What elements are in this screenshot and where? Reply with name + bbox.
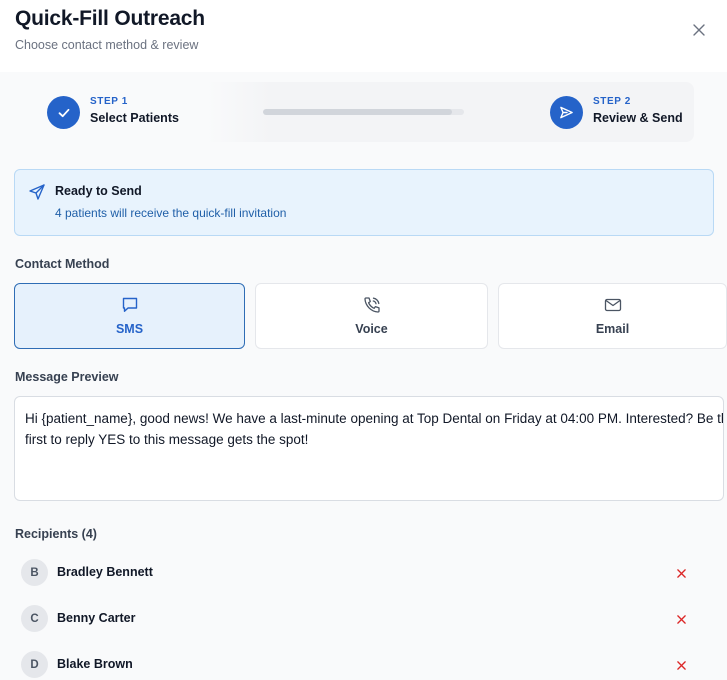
ready-to-send-banner: Ready to Send 4 patients will receive th…: [14, 169, 714, 236]
send-icon: [29, 184, 45, 200]
message-preview-box[interactable]: Hi {patient_name}, good news! We have a …: [14, 396, 724, 501]
step-2-active-badge: [550, 96, 583, 129]
mail-icon: [604, 298, 621, 312]
remove-recipient-button[interactable]: [674, 658, 688, 672]
stepper: STEP 1 Select Patients STEP 2 Review & S…: [44, 82, 694, 142]
message-preview-text: Hi {patient_name}, good news! We have a …: [25, 408, 724, 450]
message-preview-line-2: first to reply YES to this message gets …: [25, 432, 309, 447]
close-button[interactable]: [689, 20, 709, 40]
remove-recipient-button[interactable]: [674, 612, 688, 626]
remove-recipient-button[interactable]: [674, 566, 688, 580]
check-icon: [58, 108, 69, 117]
step-progress-fill: [263, 109, 452, 115]
step-2-tag: STEP 2: [593, 96, 631, 107]
modal-header: Quick-Fill Outreach Choose contact metho…: [0, 0, 727, 72]
recipient-name: Benny Carter: [57, 611, 136, 625]
step-1-completed-badge: [47, 96, 80, 129]
contact-method-voice[interactable]: Voice: [255, 283, 488, 349]
send-icon: [560, 106, 573, 119]
close-icon: [676, 660, 686, 670]
chat-bubble-icon: [122, 297, 137, 312]
phone-icon: [363, 297, 380, 313]
modal-subtitle: Choose contact method & review: [15, 38, 199, 52]
close-icon: [676, 568, 686, 578]
close-icon: [676, 614, 686, 624]
recipient-name: Bradley Bennett: [57, 565, 153, 579]
recipient-row: B Bradley Bennett: [14, 553, 704, 593]
avatar: D: [21, 651, 48, 678]
recipient-row: C Benny Carter: [14, 599, 704, 639]
message-preview-line-1: Hi {patient_name}, good news! We have a …: [25, 411, 724, 426]
step-1-label: Select Patients: [90, 111, 179, 125]
step-progress-track: [263, 109, 464, 115]
step-2-label: Review & Send: [593, 111, 683, 125]
contact-method-sms-label: SMS: [115, 322, 144, 336]
contact-method-label: Contact Method: [15, 257, 110, 271]
message-preview-label: Message Preview: [15, 370, 119, 384]
close-icon: [693, 24, 705, 36]
step-1-tag: STEP 1: [90, 96, 128, 107]
recipient-row: D Blake Brown: [14, 645, 704, 680]
modal-body: STEP 1 Select Patients STEP 2 Review & S…: [0, 72, 727, 680]
recipients-label: Recipients (4): [15, 527, 97, 541]
contact-method-voice-label: Voice: [355, 322, 388, 336]
recipient-name: Blake Brown: [57, 657, 133, 671]
ready-subtitle: 4 patients will receive the quick-fill i…: [55, 206, 287, 220]
contact-method-sms[interactable]: SMS: [14, 283, 245, 349]
modal-title: Quick-Fill Outreach: [15, 7, 205, 30]
contact-method-email-label: Email: [595, 322, 630, 336]
contact-method-email[interactable]: Email: [498, 283, 727, 349]
avatar: B: [21, 559, 48, 586]
avatar: C: [21, 605, 48, 632]
ready-title: Ready to Send: [55, 184, 142, 198]
